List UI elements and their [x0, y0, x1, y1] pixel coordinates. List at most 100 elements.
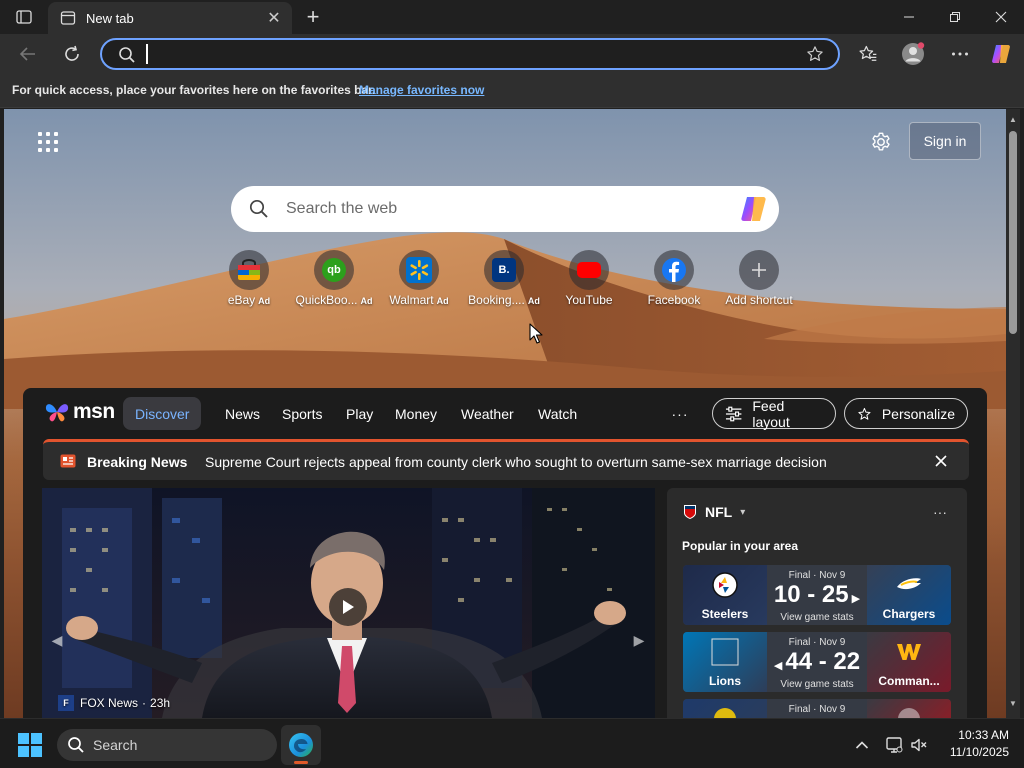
search-icon	[68, 737, 84, 753]
feed-more-button[interactable]: ···	[668, 402, 692, 426]
shortcut-ebay[interactable]: eBay Ad	[207, 250, 291, 312]
hero-source-attribution: F FOX News · 23h	[58, 695, 170, 711]
game-score-card[interactable]: Final · Nov 9	[683, 699, 951, 718]
edge-icon	[289, 733, 313, 757]
new-tab-page: Sign in Search the web eBay Ad qb QuickBo…	[4, 109, 1006, 718]
chevron-down-icon: ▾	[740, 506, 746, 518]
close-icon[interactable]	[933, 453, 949, 469]
add-shortcut-button[interactable]: Add shortcut	[717, 250, 801, 312]
feed-layout-button[interactable]: Feed layout	[712, 398, 836, 430]
network-status-button[interactable]	[884, 735, 904, 755]
toolbar	[0, 34, 1024, 74]
view-game-stats-link[interactable]: View game stats	[767, 612, 867, 623]
favorites-icon	[859, 45, 877, 61]
breaking-news-label: Breaking News	[87, 454, 188, 470]
refresh-button[interactable]	[57, 40, 87, 68]
search-icon	[249, 199, 268, 218]
scrollbar-thumb[interactable]	[1009, 131, 1017, 334]
settings-and-more-button[interactable]	[945, 40, 975, 68]
back-arrow-icon	[19, 47, 35, 61]
page-settings-button[interactable]	[868, 129, 894, 155]
manage-favorites-link[interactable]: Manage favorites now	[359, 83, 484, 97]
tab-close-icon[interactable]: ✕	[262, 6, 286, 30]
play-button[interactable]	[329, 588, 367, 626]
tab-actions-button[interactable]	[12, 6, 36, 28]
browser-tab[interactable]: New tab ✕	[48, 2, 292, 34]
personalize-button[interactable]: Personalize	[844, 398, 968, 429]
new-tab-button[interactable]: +	[300, 4, 326, 29]
view-game-stats-link[interactable]: View game stats	[767, 679, 867, 690]
copilot-button[interactable]	[987, 40, 1017, 68]
shortcut-booking[interactable]: B. Booking.... Ad	[462, 250, 546, 312]
show-hidden-icons-button[interactable]	[852, 735, 872, 755]
previous-arrow-icon[interactable]: ◀	[50, 630, 64, 650]
game-score: ◀ 44 - 22	[773, 648, 861, 675]
game-score: 10 - 25 ▶	[773, 581, 861, 608]
tab-sports[interactable]: Sports	[270, 397, 334, 430]
tab-news[interactable]: News	[213, 397, 272, 430]
breaking-news-headline[interactable]: Supreme Court rejects appeal from county…	[205, 454, 827, 470]
msn-logo[interactable]: msn	[44, 398, 115, 426]
taskbar-edge-button[interactable]	[281, 725, 321, 765]
maximize-button[interactable]	[932, 0, 978, 34]
scroll-up-arrow-icon[interactable]: ▲	[1009, 115, 1017, 124]
scroll-down-arrow-icon[interactable]: ▼	[1009, 699, 1017, 708]
game-status: Final · Nov 9	[788, 637, 846, 648]
window-close-button[interactable]	[978, 0, 1024, 34]
shortcut-youtube[interactable]: YouTube	[547, 250, 631, 312]
copilot-icon	[992, 45, 1010, 63]
msn-feed: msn Discover News Sports Play Money Weat…	[23, 388, 987, 718]
team-away: Chargers	[867, 565, 951, 625]
address-bar[interactable]	[100, 38, 840, 70]
team-logo-icon	[898, 708, 920, 718]
nfl-more-button[interactable]: ···	[933, 504, 947, 520]
shortcut-tile	[399, 250, 439, 290]
tab-watch[interactable]: Watch	[526, 397, 589, 430]
minimize-icon	[904, 16, 914, 18]
minimize-button[interactable]	[886, 0, 932, 34]
back-button[interactable]	[13, 40, 43, 68]
address-input[interactable]	[146, 44, 786, 64]
tab-weather[interactable]: Weather	[449, 397, 526, 430]
game-status: Final · Nov 9	[788, 570, 846, 581]
game-score-card[interactable]: Steelers Final · Nov 9 10 - 25 ▶ View ga…	[683, 565, 951, 625]
volume-button[interactable]	[909, 735, 929, 755]
system-clock[interactable]: 10:33 AM 11/10/2025	[937, 727, 1009, 761]
tab-actions-icon	[16, 10, 32, 24]
copilot-icon[interactable]	[739, 194, 771, 224]
refresh-icon	[65, 45, 79, 61]
clock-date: 11/10/2025	[949, 745, 1009, 759]
fox-news-logo: F	[58, 695, 74, 711]
newtab-icon	[60, 10, 76, 26]
nfl-league-selector[interactable]: NFL ▾	[683, 504, 745, 520]
chevron-up-icon	[855, 741, 869, 749]
taskbar-search-box[interactable]: Search	[57, 729, 277, 761]
breaking-news-banner[interactable]: Breaking News Supreme Court rejects appe…	[43, 439, 969, 480]
mouse-cursor-icon	[529, 323, 543, 344]
hero-age: 23h	[150, 696, 171, 710]
page-scrollbar[interactable]: ▲ ▼	[1006, 109, 1020, 718]
tab-money[interactable]: Money	[383, 397, 449, 430]
web-search-placeholder: Search the web	[286, 200, 398, 217]
team-away	[867, 699, 951, 718]
profile-button[interactable]	[898, 40, 928, 68]
web-search-box[interactable]: Search the web	[231, 186, 779, 232]
tab-play[interactable]: Play	[334, 397, 385, 430]
shortcut-quickbooks[interactable]: qb QuickBoo... Ad	[292, 250, 376, 312]
hero-video-card[interactable]: ◀ ▶ F FOX News · 23h	[42, 488, 655, 718]
nfl-shield-icon	[684, 505, 696, 519]
favorite-star-icon[interactable]	[806, 45, 824, 63]
team-home	[683, 699, 767, 718]
tab-discover[interactable]: Discover	[123, 397, 202, 430]
sign-in-button[interactable]: Sign in	[909, 122, 981, 160]
next-arrow-icon[interactable]: ▶	[632, 630, 646, 650]
shortcut-facebook[interactable]: Facebook	[632, 250, 716, 312]
apps-launcher-button[interactable]	[36, 130, 60, 154]
game-score-card[interactable]: Lions Final · Nov 9 ◀ 44 - 22 View game …	[683, 632, 951, 692]
tab-title: New tab	[86, 10, 134, 26]
start-button[interactable]	[18, 733, 42, 757]
shortcut-walmart[interactable]: Walmart Ad	[377, 250, 461, 312]
lions-logo-icon	[711, 638, 739, 666]
favorites-button[interactable]	[853, 40, 883, 68]
youtube-icon	[577, 262, 601, 278]
